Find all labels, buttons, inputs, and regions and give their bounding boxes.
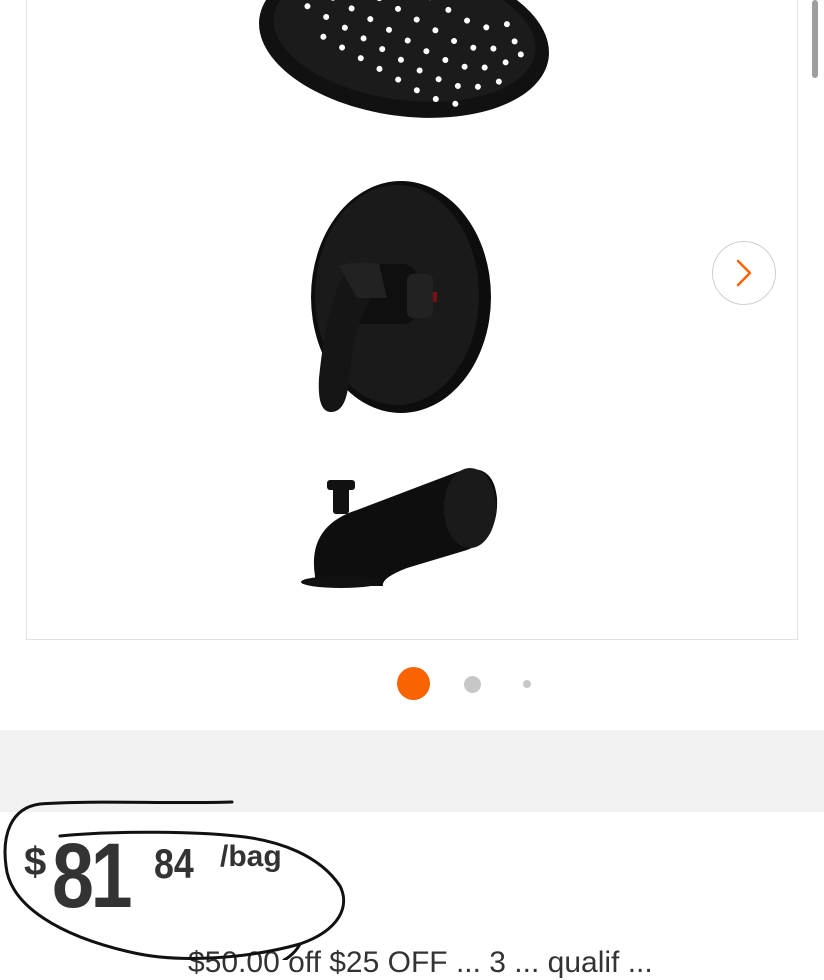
shower-head-image xyxy=(259,0,549,118)
price-unit: /bag xyxy=(220,840,282,873)
scrollbar[interactable] xyxy=(812,0,818,78)
section-divider xyxy=(0,730,824,812)
pagination-dot-3[interactable] xyxy=(523,680,531,688)
product-image xyxy=(259,0,549,588)
promo-text: $50.00 off $25 OFF ... 3 ... qualif ... xyxy=(188,946,653,979)
product-image-frame[interactable] xyxy=(26,0,798,640)
price-dollars: 81 xyxy=(52,825,133,927)
price-currency: $ xyxy=(24,840,47,884)
product-gallery xyxy=(0,0,824,730)
pagination-dot-1[interactable] xyxy=(397,667,430,700)
gallery-pagination xyxy=(0,666,824,702)
pagination-dot-2[interactable] xyxy=(464,676,481,693)
chevron-right-icon xyxy=(736,259,752,287)
price-cents: 84 xyxy=(154,840,194,887)
tub-spout-image xyxy=(301,468,498,588)
valve-trim-image xyxy=(311,181,491,413)
next-image-button[interactable] xyxy=(712,241,776,305)
